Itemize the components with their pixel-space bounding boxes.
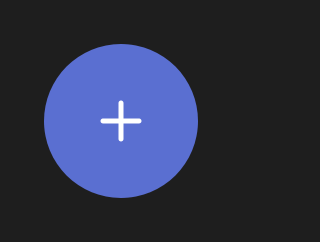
plus-icon xyxy=(99,99,143,143)
app-screen xyxy=(0,0,242,242)
add-button[interactable] xyxy=(44,44,198,198)
